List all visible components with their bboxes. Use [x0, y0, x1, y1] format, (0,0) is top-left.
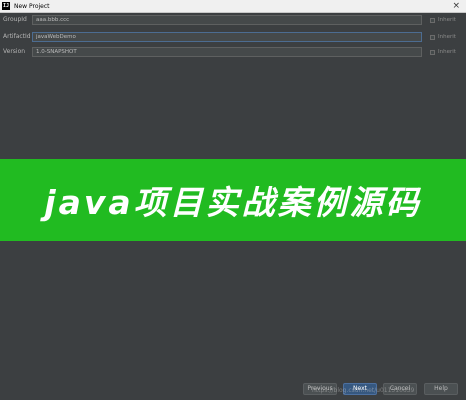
version-inherit[interactable]: Inherit — [430, 48, 456, 56]
group-id-label: GroupId — [3, 16, 27, 23]
version-label: Version — [3, 48, 26, 55]
inherit-checkbox[interactable] — [430, 49, 435, 55]
artifact-id-inherit[interactable]: Inherit — [430, 33, 456, 41]
inherit-label: Inherit — [438, 17, 456, 23]
watermark: https://blog.csdn.net/u011510639 — [312, 387, 415, 394]
banner-text: java项目实战案例源码 — [44, 183, 422, 222]
version-field[interactable] — [32, 47, 422, 57]
version-row: Version Inherit — [0, 46, 466, 58]
intellij-icon: IJ — [2, 2, 10, 10]
inherit-checkbox[interactable] — [430, 17, 435, 23]
inherit-label: Inherit — [438, 49, 456, 55]
overlay-banner: java项目实战案例源码 — [0, 159, 466, 241]
inherit-label: Inherit — [438, 34, 456, 40]
title-bar: IJ New Project × — [0, 0, 466, 13]
artifact-id-label: ArtifactId — [3, 33, 31, 40]
close-icon[interactable]: × — [452, 0, 460, 12]
group-id-field[interactable] — [32, 15, 422, 25]
help-button[interactable]: Help — [424, 383, 458, 395]
group-id-inherit[interactable]: Inherit — [430, 16, 456, 24]
artifact-id-row: ArtifactId Inherit — [0, 31, 466, 43]
artifact-id-field[interactable] — [32, 32, 422, 42]
group-id-row: GroupId Inherit — [0, 14, 466, 26]
inherit-checkbox[interactable] — [430, 34, 435, 40]
window-title: New Project — [14, 2, 50, 10]
